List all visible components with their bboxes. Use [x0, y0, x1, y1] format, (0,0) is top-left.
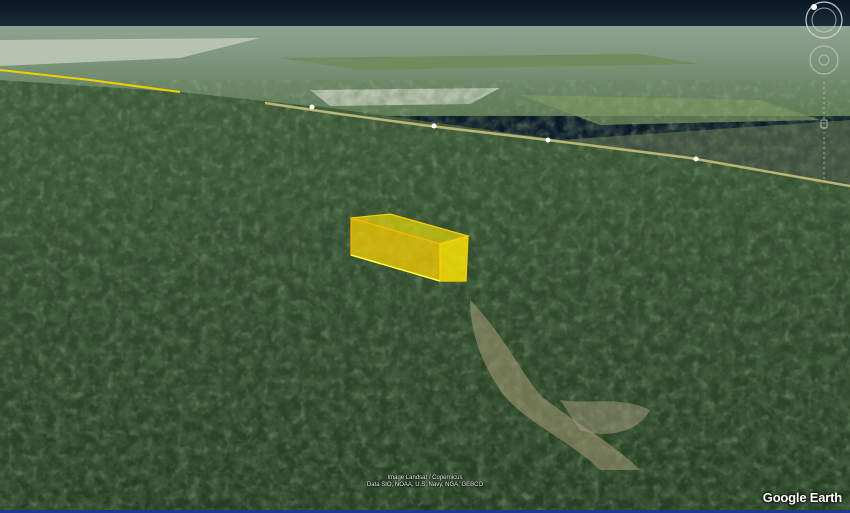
- waypoint-marker[interactable]: [431, 123, 437, 129]
- terrain-scene[interactable]: [0, 0, 850, 513]
- sky: [0, 0, 850, 30]
- box-side-face: [439, 235, 469, 282]
- zoom-slider-icon[interactable]: [820, 82, 828, 182]
- compass-icon[interactable]: [805, 1, 843, 39]
- waypoint-marker[interactable]: [545, 137, 551, 143]
- google-earth-logo: Google Earth: [762, 490, 842, 505]
- navigation-controls[interactable]: [802, 0, 846, 190]
- waypoint-marker[interactable]: [693, 156, 699, 162]
- look-joystick-icon[interactable]: [809, 45, 839, 75]
- map-viewport[interactable]: Image Landsat / Copernicus Data SIO, NOA…: [0, 0, 850, 513]
- waypoint-marker[interactable]: [309, 104, 315, 110]
